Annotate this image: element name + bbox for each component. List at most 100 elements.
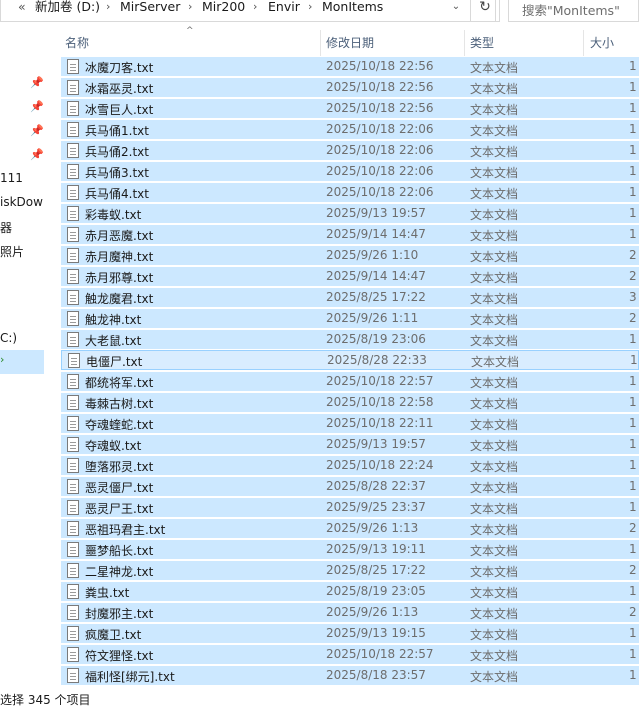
file-row[interactable]: 赤月恶魔.txt 2025/9/14 14:47 文本文档 1	[61, 224, 639, 244]
pin-icon[interactable]: 📌	[30, 125, 44, 137]
pin-icon[interactable]: 📌	[30, 149, 44, 161]
file-row[interactable]: 恶灵尸王.txt 2025/9/25 23:37 文本文档 1	[61, 497, 639, 517]
file-row[interactable]: 兵马俑4.txt 2025/10/18 22:06 文本文档 1	[61, 182, 639, 202]
column-divider[interactable]	[464, 30, 465, 56]
file-type: 文本文档	[470, 481, 519, 495]
file-row[interactable]: 冰雪巨人.txt 2025/10/18 22:56 文本文档 1	[61, 98, 639, 118]
file-size: 1	[629, 458, 637, 472]
file-size: 3	[629, 290, 637, 304]
file-name: 粪虫.txt	[85, 586, 130, 600]
file-name: 冰魔刀客.txt	[85, 61, 154, 75]
file-size: 2	[629, 269, 637, 283]
file-type: 文本文档	[470, 334, 519, 348]
file-row[interactable]: 冰霜巫灵.txt 2025/10/18 22:56 文本文档 1	[61, 77, 639, 97]
column-name[interactable]: 名称	[65, 30, 89, 56]
file-name: 疯魔卫.txt	[85, 628, 142, 642]
address-dropdown-icon[interactable]: ⌄	[447, 0, 465, 16]
breadcrumb-envir[interactable]: Envir	[268, 0, 300, 16]
file-row[interactable]: 粪虫.txt 2025/8/19 23:05 文本文档 1	[61, 581, 639, 601]
file-name: 夺魂蚁.txt	[85, 439, 142, 453]
column-size[interactable]: 大小	[590, 30, 614, 56]
text-file-icon	[67, 374, 79, 389]
breadcrumb-monitems[interactable]: MonItems	[322, 0, 383, 16]
file-row[interactable]: 兵马俑3.txt 2025/10/18 22:06 文本文档 1	[61, 161, 639, 181]
file-row[interactable]: 二星神龙.txt 2025/8/25 17:22 文本文档 2	[61, 560, 639, 580]
pin-icon[interactable]: 📌	[30, 101, 44, 113]
breadcrumb-mirserver[interactable]: MirServer	[120, 0, 180, 16]
file-row[interactable]: 兵马俑2.txt 2025/10/18 22:06 文本文档 1	[61, 140, 639, 160]
file-row[interactable]: 兵马俑1.txt 2025/10/18 22:06 文本文档 1	[61, 119, 639, 139]
file-row[interactable]: 彩毒蚁.txt 2025/9/13 19:57 文本文档 1	[61, 203, 639, 223]
refresh-button[interactable]: ↻	[470, 0, 500, 22]
file-row[interactable]: 赤月魔神.txt 2025/9/26 1:10 文本文档 2	[61, 245, 639, 265]
file-row[interactable]: 疯魔卫.txt 2025/9/13 19:15 文本文档 1	[61, 623, 639, 643]
file-date: 2025/10/18 22:58	[326, 395, 434, 409]
file-type: 文本文档	[470, 565, 519, 579]
file-size: 2	[629, 605, 637, 619]
file-row[interactable]: 封魔邪主.txt 2025/9/26 1:13 文本文档 2	[61, 602, 639, 622]
nav-item[interactable]: iskDow	[0, 195, 43, 209]
file-row[interactable]: 触龙魔君.txt 2025/8/25 17:22 文本文档 3	[61, 287, 639, 307]
breadcrumb-mir200[interactable]: Mir200	[202, 0, 245, 16]
nav-item[interactable]: 器	[0, 219, 12, 236]
text-file-icon	[67, 458, 79, 473]
file-row[interactable]: 恶灵僵尸.txt 2025/8/28 22:37 文本文档 1	[61, 476, 639, 496]
file-row[interactable]: 触龙神.txt 2025/9/26 1:11 文本文档 2	[61, 308, 639, 328]
file-row[interactable]: 夺魂蚁.txt 2025/9/13 19:57 文本文档 1	[61, 434, 639, 454]
file-type: 文本文档	[470, 103, 519, 117]
file-name: 兵马俑2.txt	[85, 145, 149, 159]
file-row[interactable]: 毒棘古树.txt 2025/10/18 22:58 文本文档 1	[61, 392, 639, 412]
chevron-right-icon[interactable]: ›	[188, 0, 192, 16]
breadcrumb-drive[interactable]: 新加卷 (D:)	[35, 0, 100, 16]
file-row[interactable]: 赤月邪尊.txt 2025/9/14 14:47 文本文档 2	[61, 266, 639, 286]
file-row[interactable]: 冰魔刀客.txt 2025/10/18 22:56 文本文档 1	[61, 56, 639, 76]
file-row[interactable]: 符文狸怪.txt 2025/10/18 22:57 文本文档 1	[61, 644, 639, 664]
file-type: 文本文档	[470, 313, 519, 327]
address-bar: « 新加卷 (D:) › MirServer › Mir200 › Envir …	[0, 0, 639, 22]
file-name: 恶祖玛君主.txt	[85, 523, 166, 537]
column-date[interactable]: 修改日期	[326, 30, 374, 56]
nav-item[interactable]: 111	[0, 171, 23, 185]
file-row[interactable]: 堕落邪灵.txt 2025/10/18 22:24 文本文档 1	[61, 455, 639, 475]
file-size: 1	[629, 668, 637, 682]
nav-item[interactable]: C:)	[0, 331, 17, 345]
status-bar: 选择 345 个项目	[0, 690, 639, 710]
file-date: 2025/10/18 22:56	[326, 101, 434, 115]
file-row[interactable]: 都统将军.txt 2025/10/18 22:57 文本文档 1	[61, 371, 639, 391]
file-date: 2025/8/19 23:05	[326, 584, 426, 598]
file-type: 文本文档	[470, 397, 519, 411]
column-type[interactable]: 类型	[470, 30, 494, 56]
back-chevrons-icon[interactable]: «	[18, 0, 26, 16]
file-type: 文本文档	[470, 271, 519, 285]
pin-icon[interactable]: 📌	[30, 77, 44, 89]
text-file-icon	[67, 395, 79, 410]
file-row[interactable]: 夺魂蝰蛇.txt 2025/10/18 22:11 文本文档 1	[61, 413, 639, 433]
nav-item[interactable]: 照片	[0, 243, 24, 260]
file-row[interactable]: 福利怪[绑元].txt 2025/8/18 23:57 文本文档 1	[61, 665, 639, 685]
expand-arrow-icon[interactable]: ›	[0, 353, 4, 366]
text-file-icon	[67, 668, 79, 683]
chevron-right-icon[interactable]: ›	[106, 0, 110, 16]
column-divider[interactable]	[583, 30, 584, 56]
file-size: 1	[629, 185, 637, 199]
file-type: 文本文档	[470, 187, 519, 201]
file-size: 1	[629, 59, 637, 73]
chevron-right-icon[interactable]: ›	[308, 0, 312, 16]
text-file-icon	[67, 185, 79, 200]
nav-item-selected[interactable]: ›	[0, 350, 44, 374]
text-file-icon	[67, 584, 79, 599]
file-date: 2025/10/18 22:57	[326, 647, 434, 661]
file-row[interactable]: 恶祖玛君主.txt 2025/9/26 1:13 文本文档 2	[61, 518, 639, 538]
file-row[interactable]: 大老鼠.txt 2025/8/19 23:06 文本文档 1	[61, 329, 639, 349]
file-name: 大老鼠.txt	[85, 334, 142, 348]
file-row[interactable]: 噩梦船长.txt 2025/9/13 19:11 文本文档 1	[61, 539, 639, 559]
file-row[interactable]: 电僵尸.txt 2025/8/28 22:33 文本文档 1	[61, 350, 639, 370]
file-date: 2025/8/28 22:37	[326, 479, 426, 493]
file-date: 2025/9/13 19:57	[326, 206, 426, 220]
chevron-right-icon[interactable]: ›	[253, 0, 257, 16]
search-input[interactable]: 搜索"MonItems"	[508, 0, 639, 22]
file-type: 文本文档	[470, 208, 519, 222]
file-size: 1	[629, 395, 637, 409]
column-divider[interactable]	[320, 30, 321, 56]
text-file-icon	[67, 542, 79, 557]
